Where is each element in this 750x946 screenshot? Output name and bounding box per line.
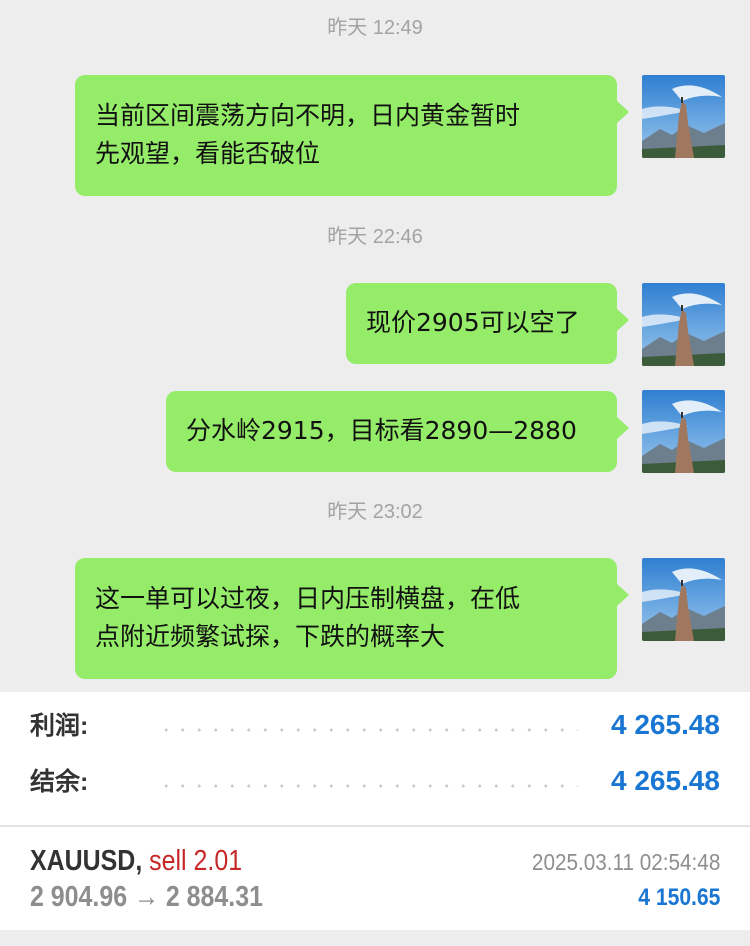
trade-side: sell 2.01: [149, 845, 243, 877]
profit-value: 4 265.48: [611, 709, 720, 740]
timestamp: 昨天 12:49: [327, 17, 423, 39]
chat-area: 昨天 12:49 当前区间震荡方向不明，日内黄金暂时 先观望，看能否破位 昨天 …: [0, 0, 750, 692]
dotted-leader: [158, 784, 578, 788]
trade-row[interactable]: XAUUSD, sell 2.01 2 904.96 → 2 884.31 20…: [0, 827, 750, 930]
message-bubble[interactable]: 现价2905可以空了: [346, 283, 629, 364]
avatar[interactable]: [642, 283, 725, 366]
message-line: 分水岭2915，目标看2890—2880: [186, 416, 577, 445]
avatar[interactable]: [642, 75, 725, 158]
balance-label: 结余:: [30, 768, 89, 796]
message-line: 现价2905可以空了: [366, 308, 580, 337]
timestamp: 昨天 23:02: [327, 501, 423, 523]
trade-profit: 4 150.65: [637, 884, 720, 911]
mountain-avatar-icon: [642, 75, 725, 158]
dotted-leader: [158, 728, 578, 732]
avatar[interactable]: [642, 558, 725, 641]
message-line: 点附近频繁试探，下跌的概率大: [95, 622, 446, 651]
trade-symbol: XAUUSD,: [30, 845, 143, 877]
message-bubble[interactable]: 当前区间震荡方向不明，日内黄金暂时 先观望，看能否破位: [75, 75, 629, 196]
trade-prices: 2 904.96 → 2 884.31: [30, 881, 263, 913]
mountain-avatar-icon: [642, 283, 725, 366]
profit-row: 利润: 4 265.48: [0, 706, 750, 746]
message-bubble[interactable]: 这一单可以过夜，日内压制横盘，在低 点附近频繁试探，下跌的概率大: [75, 558, 629, 679]
message-line: 这一单可以过夜，日内压制横盘，在低: [95, 584, 521, 613]
avatar[interactable]: [642, 390, 725, 473]
trade-header: XAUUSD, sell 2.01: [30, 843, 242, 879]
mountain-avatar-icon: [642, 558, 725, 641]
trade-time: 2025.03.11 02:54:48: [531, 849, 720, 875]
profit-label: 利润:: [30, 712, 89, 740]
bottom-strip: [0, 930, 750, 946]
account-summary: 利润: 4 265.48 结余: 4 265.48: [0, 692, 750, 825]
balance-value: 4 265.48: [611, 765, 720, 796]
message-line: 当前区间震荡方向不明，日内黄金暂时: [95, 101, 521, 130]
message-line: 先观望，看能否破位: [95, 139, 321, 168]
balance-row: 结余: 4 265.48: [0, 762, 750, 802]
message-bubble[interactable]: 分水岭2915，目标看2890—2880: [166, 391, 629, 472]
mountain-avatar-icon: [642, 390, 725, 473]
timestamp: 昨天 22:46: [327, 226, 423, 248]
